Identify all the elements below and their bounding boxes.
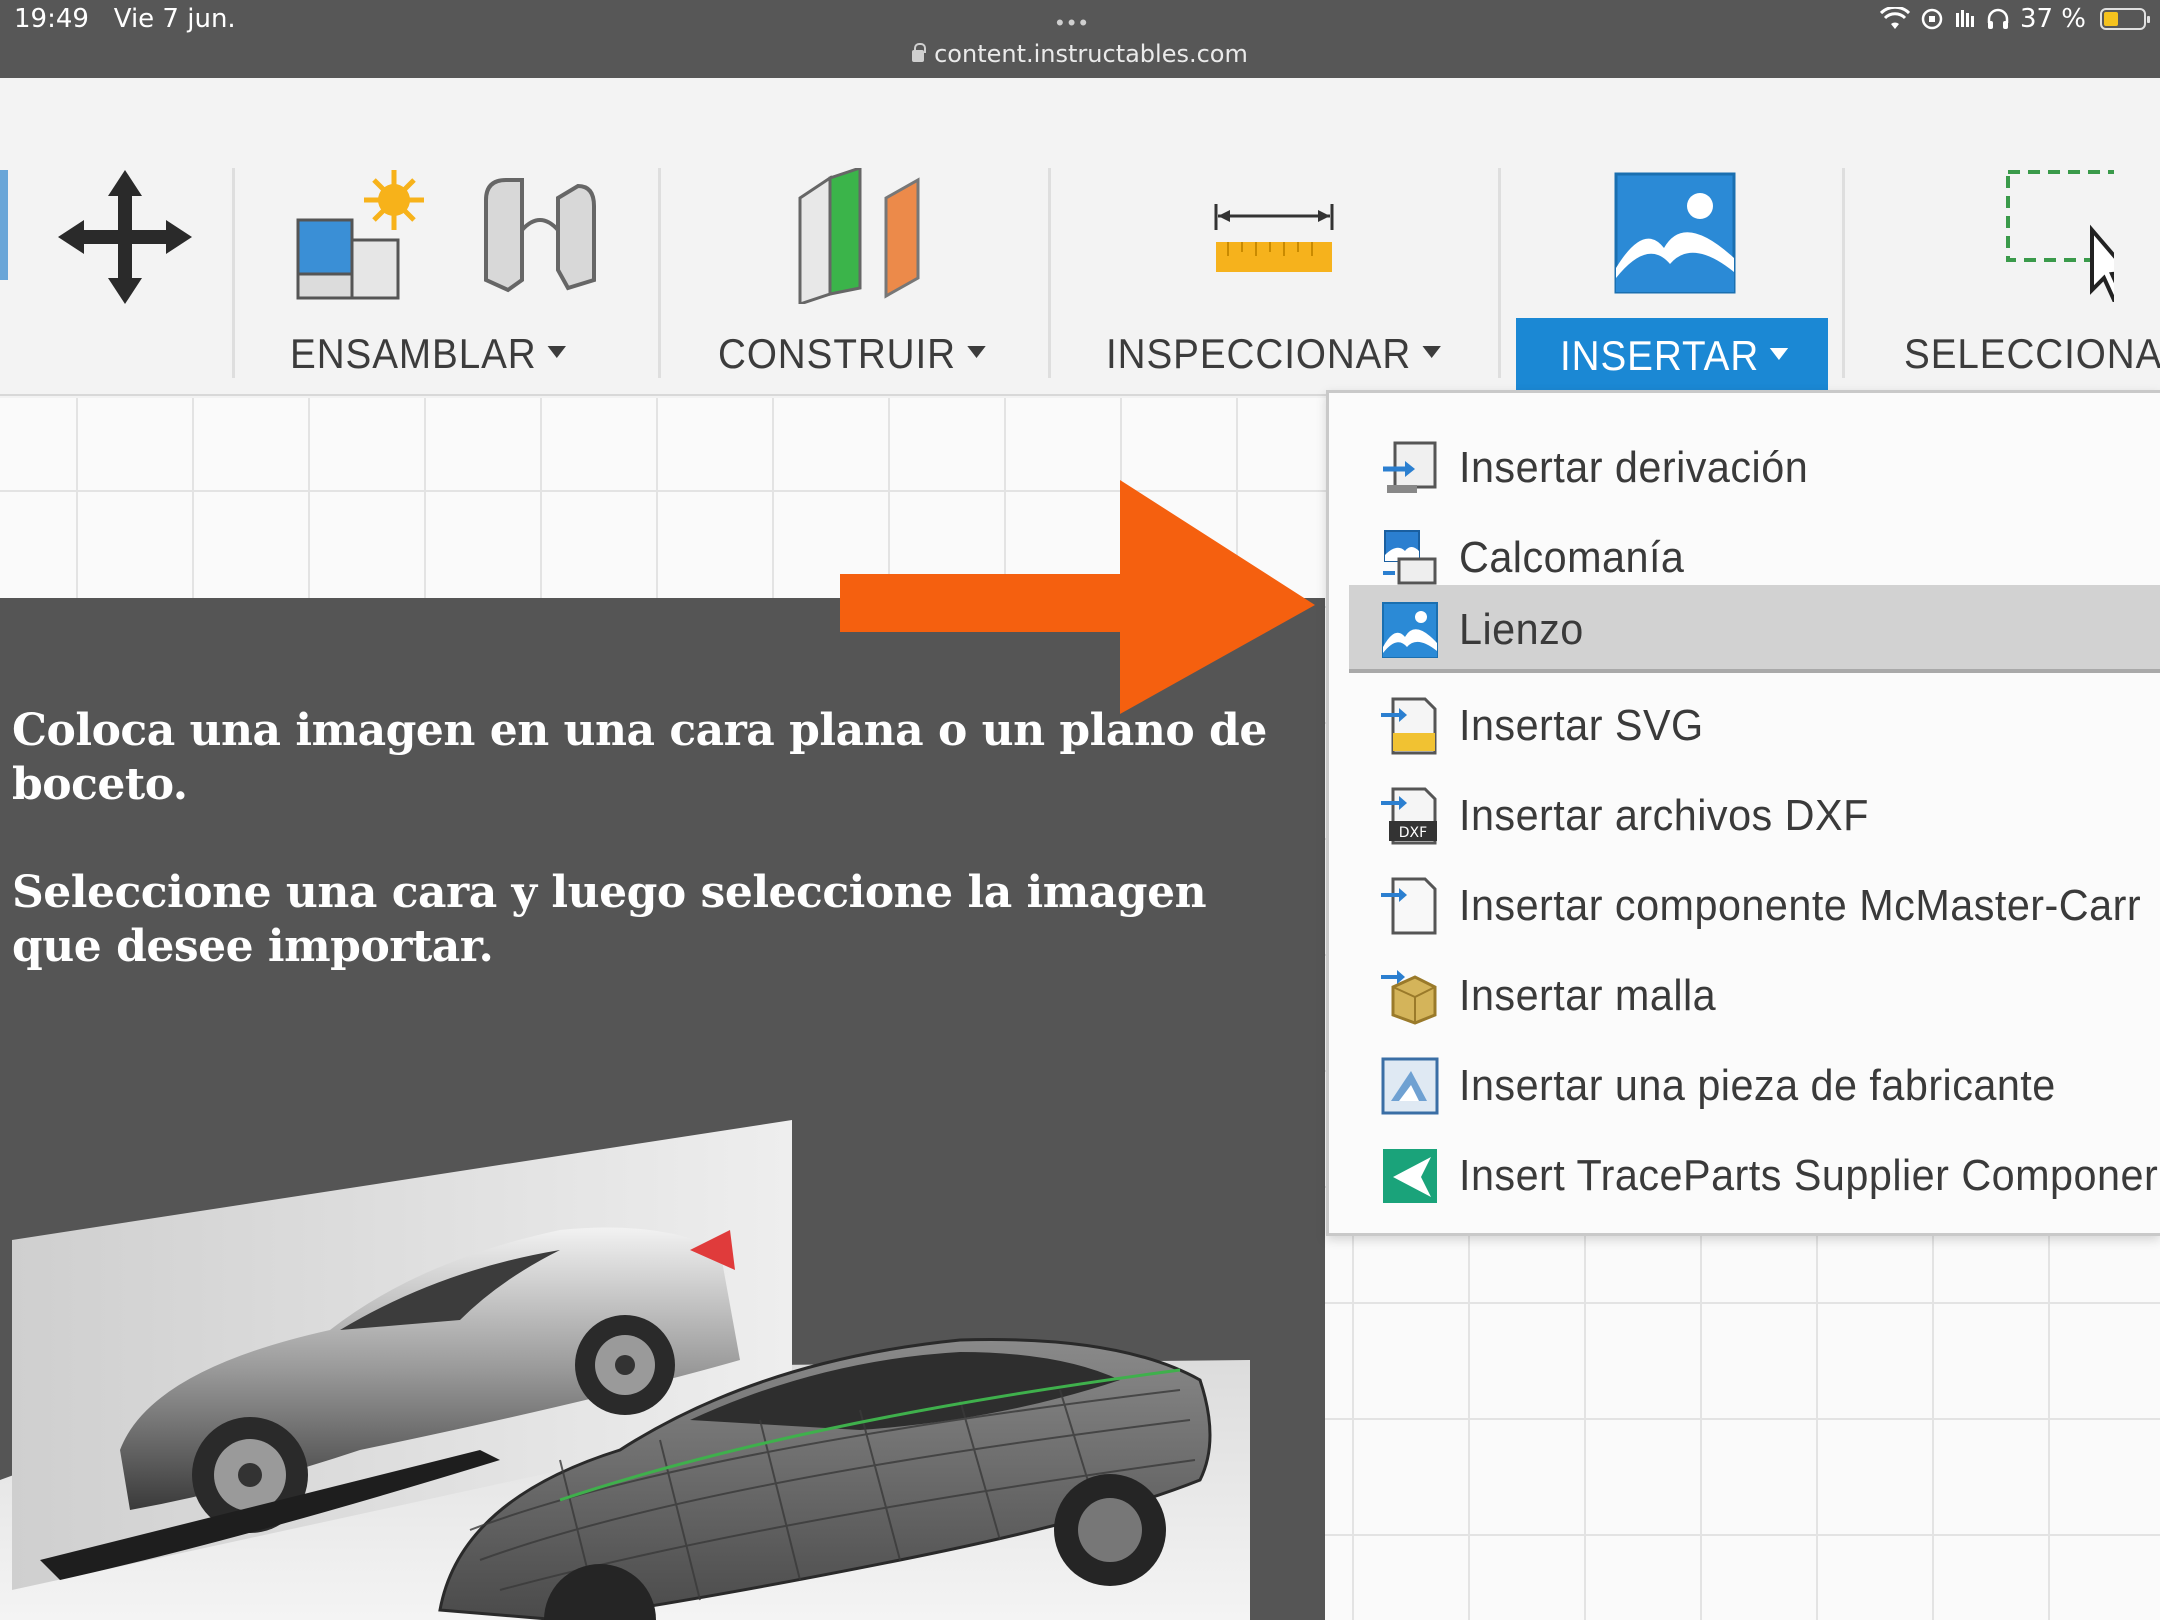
toolbar-separator	[232, 168, 235, 378]
multitask-dots[interactable]: •••	[1056, 10, 1091, 36]
fusion-screenshot: 19:49 Vie 7 jun. ••• content.instructabl…	[0, 0, 2160, 1620]
menu-item-lienzo[interactable]: Lienzo	[1349, 585, 2160, 673]
menu-item-insert-traceparts[interactable]: Insert TraceParts Supplier Componer	[1349, 1135, 2160, 1217]
measure-icon[interactable]	[1212, 196, 1336, 276]
headphones-icon	[1987, 8, 2009, 29]
url-text: content.instructables.com	[934, 40, 1248, 68]
toolbar-separator	[1048, 168, 1051, 378]
orange-pointer-arrow-icon	[840, 480, 1315, 714]
caret-down-icon	[1770, 348, 1789, 360]
orientation-lock-icon	[1921, 8, 1943, 30]
toolbar-separator	[1498, 168, 1501, 378]
menu-item-label: Insertar SVG	[1459, 701, 1704, 750]
mcmaster-icon	[1381, 877, 1437, 935]
address-bar[interactable]: content.instructables.com	[0, 40, 2160, 68]
insert-image-icon[interactable]	[1614, 172, 1736, 294]
insertar-label: INSERTAR	[1560, 332, 1789, 380]
menu-item-label: Insertar componente McMaster-Carr	[1459, 881, 2142, 930]
tooltip-instruction: Seleccione una cara y luego seleccione l…	[12, 867, 1207, 972]
menu-item-insertar-svg[interactable]: Insertar SVG	[1349, 685, 2160, 767]
caret-down-icon	[547, 346, 567, 358]
partial-tool-icon[interactable]	[0, 170, 14, 280]
menu-item-label: Calcomanía	[1459, 533, 1685, 582]
toolbar-separator	[1842, 168, 1845, 378]
menu-item-insertar-pieza-fabricante[interactable]: Insertar una pieza de fabricante	[1349, 1045, 2160, 1127]
insertar-menu-active[interactable]: INSERTAR	[1516, 318, 1828, 396]
construir-menu[interactable]: CONSTRUIR	[718, 330, 986, 378]
move-icon[interactable]	[58, 170, 192, 304]
caret-down-icon	[967, 346, 986, 358]
ensamblar-menu[interactable]: ENSAMBLAR	[290, 330, 567, 378]
status-date: Vie 7 jun.	[113, 4, 236, 34]
menu-item-insertar-malla[interactable]: Insertar malla	[1349, 955, 2160, 1037]
tooltip-description: Coloca una imagen en una cara plana o un…	[12, 705, 1267, 810]
decal-icon	[1383, 530, 1437, 585]
audio-icon	[1955, 10, 1974, 27]
inspeccionar-menu[interactable]: INSPECCIONAR	[1106, 330, 1441, 378]
svg-file-icon	[1381, 697, 1437, 755]
menu-item-insertar-mcmaster[interactable]: Insertar componente McMaster-Carr	[1349, 865, 2160, 947]
joint-icon[interactable]	[478, 170, 602, 300]
insert-derive-icon	[1383, 441, 1437, 493]
status-time-date: 19:49 Vie 7 jun.	[14, 4, 236, 34]
lock-icon	[912, 43, 927, 62]
canvas-icon	[1382, 602, 1438, 658]
seleccionar-menu[interactable]: SELECCIONA	[1904, 330, 2160, 378]
new-component-icon[interactable]	[294, 170, 424, 300]
traceparts-icon	[1383, 1149, 1437, 1203]
car-canvas-illustration	[0, 1120, 1250, 1620]
toolbar-separator	[658, 168, 661, 378]
status-indicators: 37 %	[1879, 4, 2150, 34]
construct-plane-icon[interactable]	[790, 168, 930, 304]
fusion-toolbar: ENSAMBLAR CONSTRUIR INSPECCIONAR SELECCI…	[0, 78, 2160, 396]
wifi-icon	[1879, 7, 1910, 29]
dxf-file-icon: DXF	[1381, 787, 1437, 845]
menu-item-label: Insertar archivos DXF	[1459, 791, 1869, 840]
menu-item-label: Insertar malla	[1459, 971, 1717, 1020]
menu-item-label: Lienzo	[1459, 605, 1584, 654]
menu-item-insertar-derivacion[interactable]: Insertar derivación	[1349, 427, 2160, 509]
battery-icon	[2100, 8, 2150, 30]
select-icon[interactable]	[2004, 168, 2114, 302]
menu-item-insertar-dxf[interactable]: DXF Insertar archivos DXF	[1349, 775, 2160, 857]
manufacturer-part-icon	[1381, 1057, 1439, 1115]
menu-item-label: Insert TraceParts Supplier Componer	[1459, 1151, 2159, 1200]
mesh-icon	[1381, 970, 1437, 1025]
status-time: 19:49	[14, 4, 89, 34]
svg-text:DXF: DXF	[1399, 825, 1427, 841]
ipad-status-bar: 19:49 Vie 7 jun. ••• content.instructabl…	[0, 0, 2160, 78]
battery-percent: 37 %	[2019, 4, 2086, 34]
menu-item-label: Insertar derivación	[1459, 443, 1809, 492]
menu-item-label: Insertar una pieza de fabricante	[1459, 1061, 2056, 1110]
insertar-dropdown-menu: Insertar derivación Calcomanía Lienzo In…	[1326, 390, 2160, 1236]
caret-down-icon	[1422, 346, 1441, 358]
